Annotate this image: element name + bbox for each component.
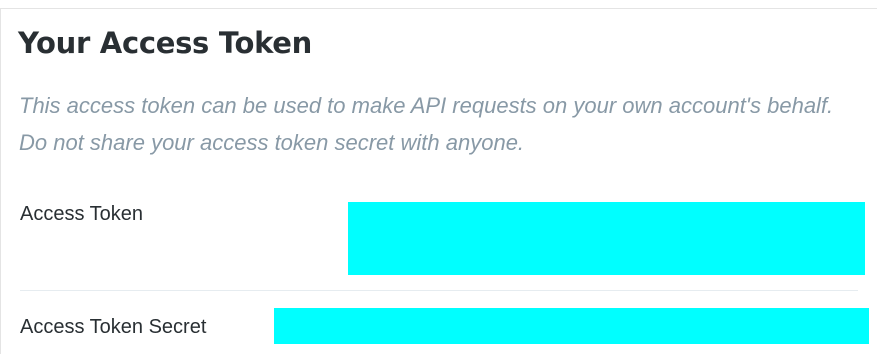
access-token-secret-label: Access Token Secret (20, 316, 207, 338)
access-token-panel: Your Access Token This access token can … (0, 8, 877, 354)
section-title: Your Access Token (18, 26, 312, 60)
access-token-secret-value-redacted (274, 308, 869, 344)
access-token-label: Access Token (20, 203, 144, 225)
row-divider (20, 290, 858, 291)
section-description: This access token can be used to make AP… (19, 93, 834, 155)
access-token-value-redacted (348, 202, 865, 275)
